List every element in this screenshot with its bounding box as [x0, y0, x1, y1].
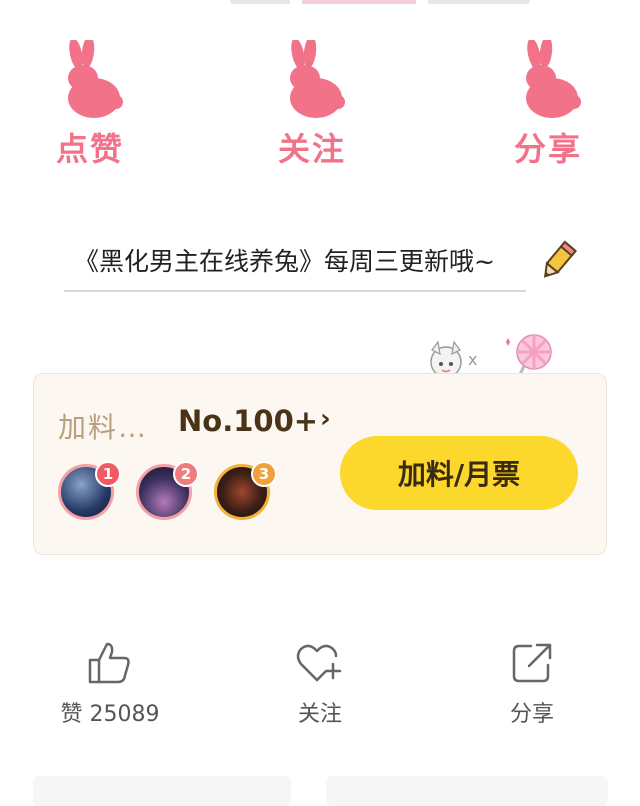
rabbit-like-label: 点赞	[55, 130, 124, 168]
update-notice-text: 《黑化男主在线养兔》每周三更新哦~	[74, 247, 495, 276]
rabbit-icon	[290, 40, 345, 118]
rank-badge: 2	[173, 461, 199, 487]
supporter-avatar[interactable]: 2	[136, 461, 199, 520]
update-notice: 《黑化男主在线养兔》每周三更新哦~	[64, 238, 577, 292]
thumbs-up-icon	[88, 642, 130, 684]
support-card: 加料… No.100+ › 1 2 3 加料/月票	[33, 373, 607, 555]
next-section-placeholder-left	[33, 776, 291, 806]
rabbit-icon	[526, 40, 581, 118]
support-title[interactable]: 加料…	[58, 406, 148, 446]
rank-badge: 1	[95, 461, 121, 487]
rabbit-icon	[68, 40, 123, 118]
share-label: 分享	[509, 702, 554, 727]
heart-plus-icon	[296, 644, 342, 682]
rabbit-share-button[interactable]: 分享	[488, 40, 608, 170]
rabbit-like-button[interactable]: 点赞	[30, 40, 150, 170]
follow-label: 关注	[297, 702, 342, 727]
supporter-avatar[interactable]: 1	[58, 461, 121, 520]
next-section-placeholder-right	[326, 776, 608, 806]
rabbit-follow-label: 关注	[277, 130, 346, 168]
share-button[interactable]: 分享	[472, 640, 592, 728]
rabbit-action-row: 点赞 关注 分享	[0, 40, 640, 180]
close-icon[interactable]: x	[468, 350, 477, 369]
rabbit-share-label: 分享	[513, 130, 582, 168]
rank-badge: 3	[251, 461, 277, 487]
share-icon	[512, 643, 552, 683]
support-rank[interactable]: No.100+	[178, 404, 318, 438]
follow-button[interactable]: 关注	[260, 640, 380, 728]
top-cutoff-strip	[230, 0, 530, 4]
like-button[interactable]: 赞 25089	[50, 640, 170, 728]
rabbit-follow-button[interactable]: 关注	[252, 40, 372, 170]
supporter-avatar[interactable]: 3	[214, 461, 277, 520]
like-count-label: 赞 25089	[60, 702, 160, 727]
pencil-icon	[543, 240, 577, 278]
support-ticket-button[interactable]: 加料/月票	[340, 436, 578, 510]
bottom-action-bar: 赞 25089 关注 分享	[0, 640, 640, 730]
notice-underline	[64, 290, 526, 292]
chevron-right-icon[interactable]: ›	[320, 404, 331, 434]
